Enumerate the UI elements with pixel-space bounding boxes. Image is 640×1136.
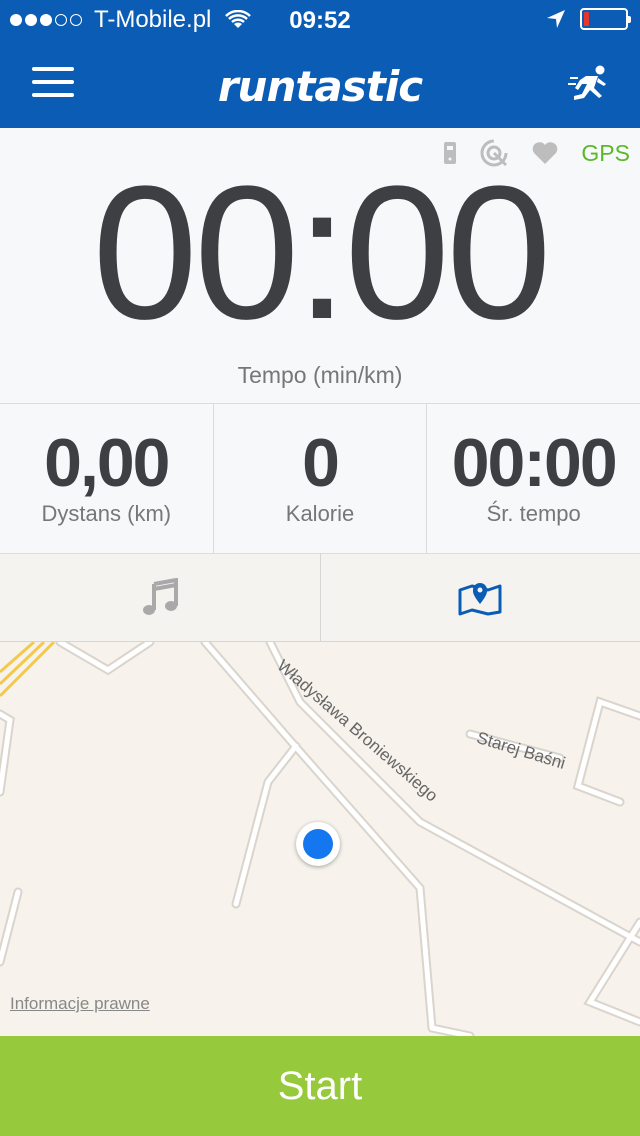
calories-value: 0 <box>302 425 340 501</box>
app-logo: runtastic <box>217 62 423 111</box>
tempo-label: Tempo (min/km) <box>237 362 403 388</box>
music-note-icon <box>142 577 178 615</box>
map-pin-icon <box>458 582 502 615</box>
distance-value: 0,00 <box>44 425 170 501</box>
status-bar: T-Mobile.pl 09:52 <box>0 0 640 40</box>
stat-calories: 0 Kalorie <box>212 404 427 553</box>
status-time: 09:52 <box>289 7 351 34</box>
timer-panel: GPS 00:00 Tempo (min/km) <box>0 128 640 404</box>
start-button[interactable]: Start <box>0 1036 640 1136</box>
status-right <box>546 8 631 30</box>
stats-row: 0,00 Dystans (km) 0 Kalorie 00:00 Śr. te… <box>0 404 640 554</box>
battery-icon <box>580 8 631 30</box>
calories-label: Kalorie <box>285 501 355 527</box>
legal-info-link[interactable]: Informacje prawne <box>10 994 150 1014</box>
view-tabs <box>0 554 640 642</box>
duration-timer: 00:00 <box>92 147 551 359</box>
current-location-marker <box>296 822 340 866</box>
avg-tempo-label: Śr. tempo <box>486 501 581 527</box>
tab-music[interactable] <box>0 554 320 641</box>
location-arrow-icon <box>547 10 565 28</box>
runner-icon[interactable] <box>568 64 612 106</box>
stat-avg-tempo: 00:00 Śr. tempo <box>426 404 640 553</box>
stat-distance: 0,00 Dystans (km) <box>0 404 213 553</box>
distance-label: Dystans (km) <box>41 501 172 527</box>
tab-map[interactable] <box>319 554 640 641</box>
nav-bar: runtastic <box>0 40 640 128</box>
avg-tempo-value: 00:00 <box>451 425 618 501</box>
